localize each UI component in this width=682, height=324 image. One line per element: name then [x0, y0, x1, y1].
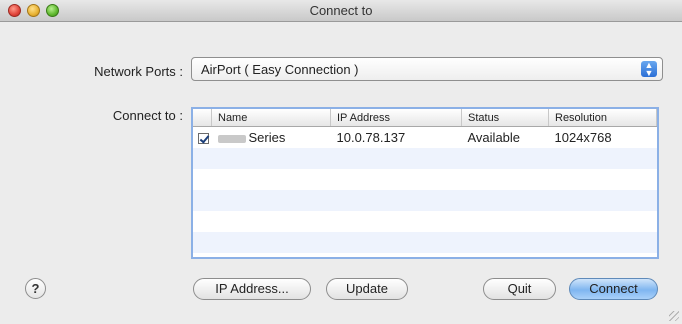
resize-grip-icon[interactable]	[669, 311, 679, 321]
title-bar: Connect to	[0, 0, 682, 22]
table-header-row: Name IP Address Status Resolution	[193, 109, 657, 127]
row-checkbox[interactable]	[198, 133, 209, 145]
empty-row	[193, 169, 657, 190]
row-name: Series	[212, 127, 331, 149]
column-header-check[interactable]	[193, 109, 212, 127]
quit-button[interactable]: Quit	[483, 278, 556, 300]
empty-row	[193, 148, 657, 169]
empty-row	[193, 190, 657, 211]
row-resolution: 1024x768	[554, 130, 612, 145]
connect-to-table[interactable]: Name IP Address Status Resolution Series…	[191, 107, 659, 259]
network-ports-label: Network Ports :	[94, 64, 183, 79]
window-title: Connect to	[309, 3, 373, 18]
update-button[interactable]: Update	[326, 278, 408, 300]
column-header-ip[interactable]: IP Address	[330, 109, 462, 127]
connect-to-label: Connect to :	[112, 108, 183, 123]
empty-row	[193, 211, 657, 232]
column-header-status[interactable]: Status	[461, 109, 549, 127]
ip-address-button[interactable]: IP Address...	[193, 278, 311, 300]
connect-button[interactable]: Connect	[569, 278, 658, 300]
empty-row	[193, 232, 657, 253]
table-row[interactable]: Series 10.0.78.137 Available 1024x768	[193, 127, 657, 149]
redacted-name	[217, 134, 246, 143]
network-ports-popup[interactable]: AirPort ( Easy Connection ) ▲ ▼	[191, 57, 663, 81]
help-button[interactable]: ?	[25, 278, 46, 299]
column-header-resolution[interactable]: Resolution	[548, 109, 657, 127]
row-status: Available	[467, 130, 521, 145]
chevron-updown-icon: ▲ ▼	[641, 61, 657, 78]
row-ip: 10.0.78.137	[336, 130, 406, 145]
network-ports-value: AirPort ( Easy Connection )	[201, 62, 359, 77]
column-header-name[interactable]: Name	[211, 109, 331, 127]
